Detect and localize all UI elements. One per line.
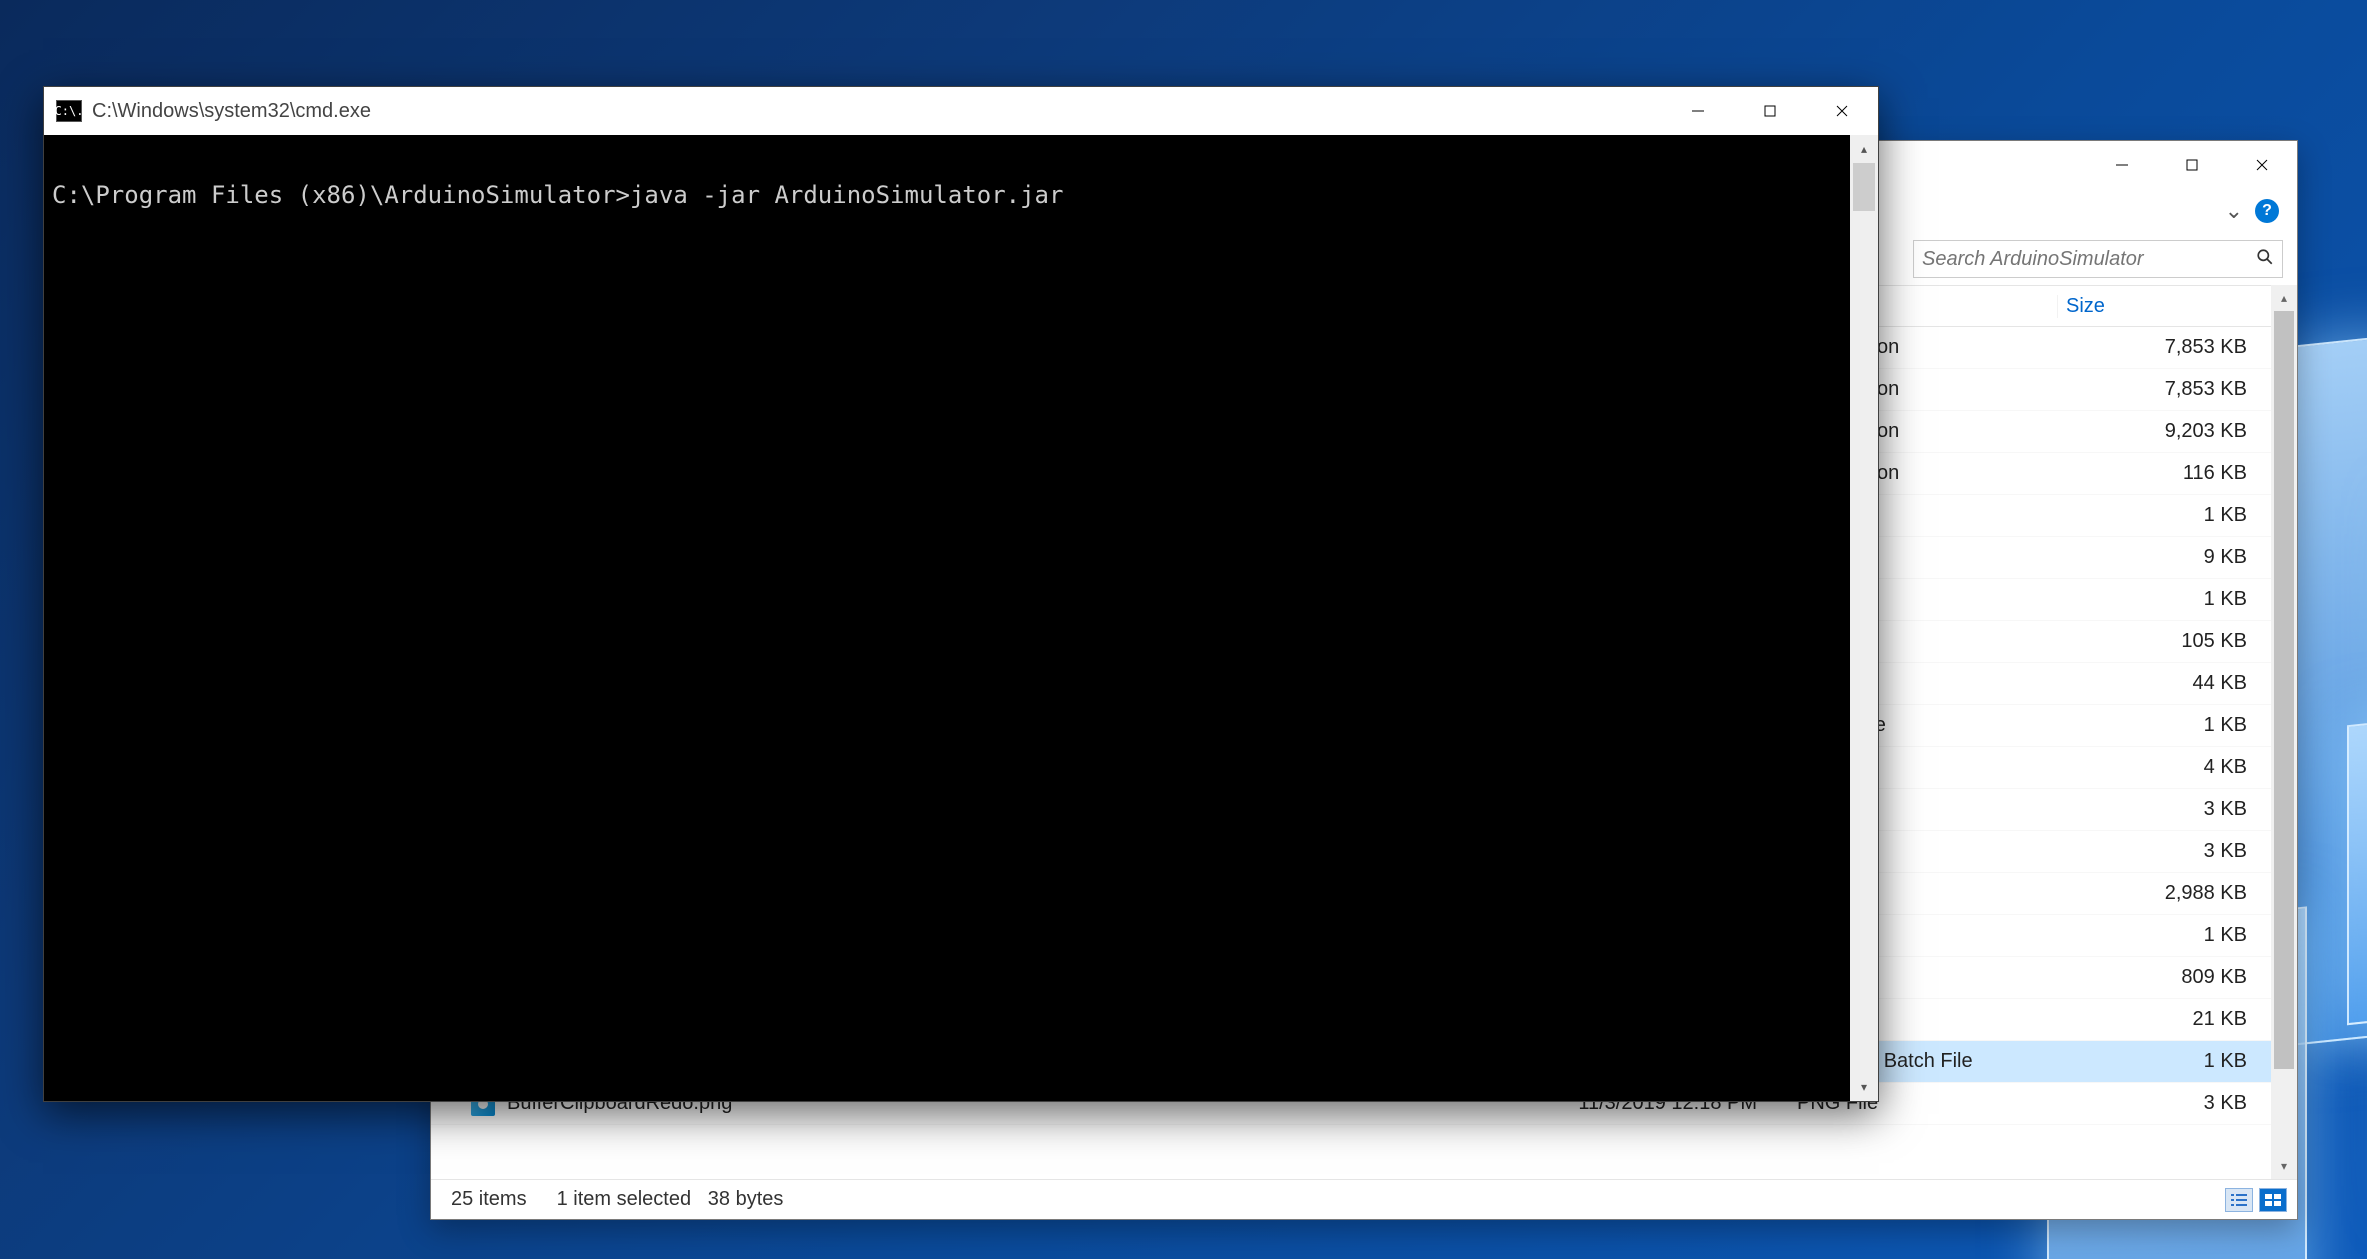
- explorer-maximize-button[interactable]: [2157, 141, 2227, 188]
- file-size-cell: 44 KB: [2057, 672, 2257, 695]
- cmd-window-title: C:\Windows\system32\cmd.exe: [92, 100, 1662, 123]
- cmd-body: C:\Program Files (x86)\ArduinoSimulator>…: [44, 135, 1878, 1101]
- search-icon[interactable]: [2256, 248, 2274, 271]
- file-size-cell: 809 KB: [2057, 966, 2257, 989]
- file-size-cell: 3 KB: [2057, 840, 2257, 863]
- explorer-search-input[interactable]: [1922, 248, 2248, 271]
- help-icon[interactable]: ?: [2255, 199, 2279, 223]
- explorer-search-box[interactable]: [1913, 240, 2283, 278]
- view-details-button[interactable]: [2225, 1188, 2253, 1212]
- cmd-scroll-up-icon[interactable]: ▴: [1850, 135, 1878, 163]
- status-selected-count: 1 item selected: [557, 1188, 692, 1210]
- cmd-scroll-thumb[interactable]: [1853, 163, 1875, 211]
- file-size-cell: 1 KB: [2057, 588, 2257, 611]
- scroll-thumb[interactable]: [2274, 311, 2294, 1069]
- file-size-cell: 7,853 KB: [2057, 336, 2257, 359]
- scroll-down-icon[interactable]: ▾: [2271, 1153, 2297, 1179]
- file-size-cell: 4 KB: [2057, 756, 2257, 779]
- file-size-cell: 9,203 KB: [2057, 420, 2257, 443]
- cmd-titlebar[interactable]: C:\. C:\Windows\system32\cmd.exe: [44, 87, 1878, 135]
- cmd-minimize-button[interactable]: [1662, 87, 1734, 135]
- cmd-scroll-down-icon[interactable]: ▾: [1850, 1073, 1878, 1101]
- file-size-cell: 21 KB: [2057, 1008, 2257, 1031]
- cmd-console-output[interactable]: C:\Program Files (x86)\ArduinoSimulator>…: [44, 135, 1850, 1101]
- file-size-cell: 1 KB: [2057, 924, 2257, 947]
- cmd-app-icon: C:\.: [56, 100, 82, 122]
- cmd-window[interactable]: C:\. C:\Windows\system32\cmd.exe C:\Prog…: [43, 86, 1879, 1102]
- file-size-cell: 2,988 KB: [2057, 882, 2257, 905]
- explorer-status-bar: 25 items 1 item selected 38 bytes: [431, 1179, 2297, 1219]
- cmd-maximize-button[interactable]: [1734, 87, 1806, 135]
- explorer-minimize-button[interactable]: [2087, 141, 2157, 188]
- file-size-cell: 3 KB: [2057, 1092, 2257, 1115]
- file-size-cell: 1 KB: [2057, 1050, 2257, 1073]
- file-size-cell: 9 KB: [2057, 546, 2257, 569]
- file-size-cell: 116 KB: [2057, 462, 2257, 485]
- file-size-cell: 7,853 KB: [2057, 378, 2257, 401]
- column-header-size[interactable]: Size: [2057, 295, 2257, 318]
- cmd-close-button[interactable]: [1806, 87, 1878, 135]
- scroll-up-icon[interactable]: ▴: [2271, 285, 2297, 311]
- explorer-close-button[interactable]: [2227, 141, 2297, 188]
- status-item-count: 25 items: [451, 1188, 527, 1211]
- status-selected-bytes: 38 bytes: [708, 1188, 784, 1210]
- file-size-cell: 1 KB: [2057, 714, 2257, 737]
- file-size-cell: 3 KB: [2057, 798, 2257, 821]
- view-thumbnails-button[interactable]: [2259, 1188, 2287, 1212]
- explorer-scrollbar[interactable]: ▴ ▾: [2271, 285, 2297, 1179]
- file-size-cell: 1 KB: [2057, 504, 2257, 527]
- file-size-cell: 105 KB: [2057, 630, 2257, 653]
- cmd-scrollbar[interactable]: ▴ ▾: [1850, 135, 1878, 1101]
- cmd-prompt-line: C:\Program Files (x86)\ArduinoSimulator>…: [52, 181, 1063, 209]
- ribbon-chevron-icon[interactable]: ⌄: [2225, 198, 2243, 224]
